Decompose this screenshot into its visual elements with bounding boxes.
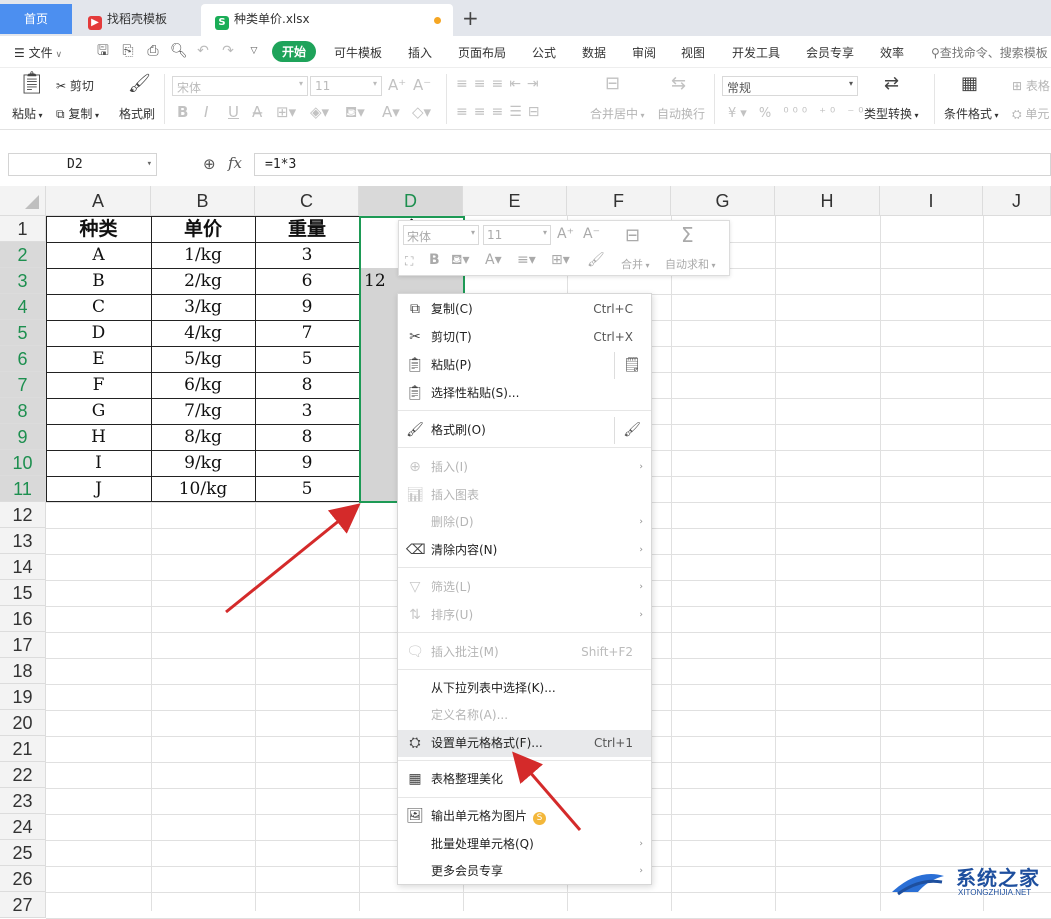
watermark: 系统之家 XITONGZHIJIA.NET — [888, 860, 1048, 904]
arrow-to-format-cells — [512, 751, 582, 831]
watermark-url: XITONGZHIJIA.NET — [958, 888, 1032, 897]
arrow-to-column-d — [225, 503, 361, 614]
watermark-title: 系统之家 — [956, 866, 1040, 890]
watermark-logo-icon — [892, 874, 944, 896]
annotation-arrows — [225, 503, 582, 831]
